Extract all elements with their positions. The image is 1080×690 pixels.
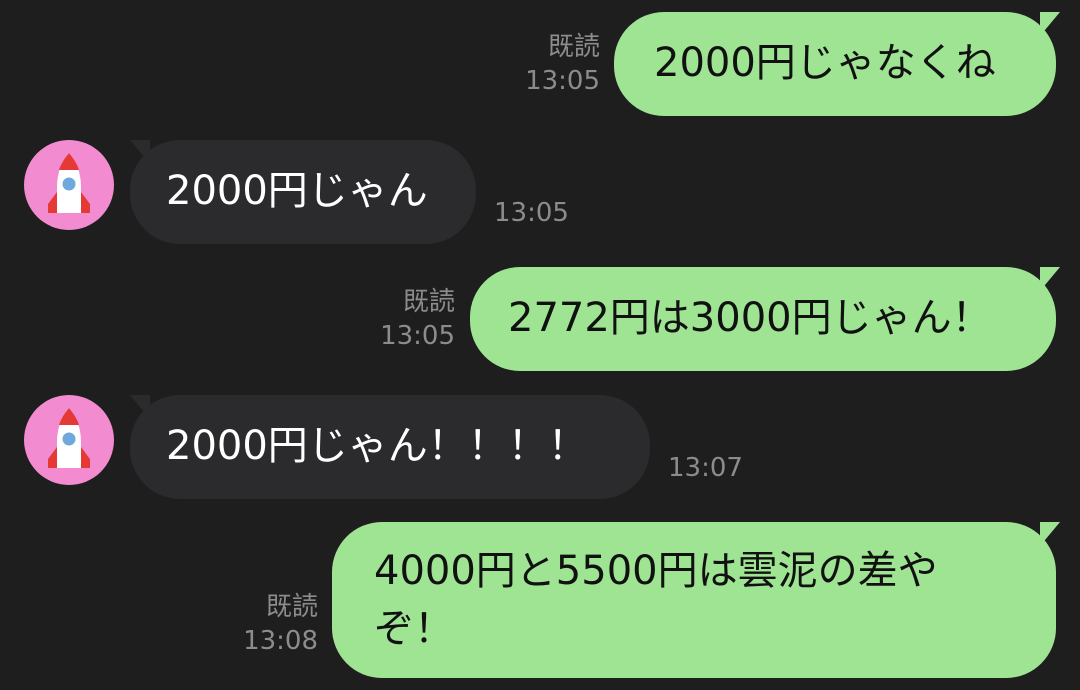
read-receipt: 既読	[265, 592, 318, 622]
message-row-incoming: 2000円じゃん！！！！ 13:07	[0, 395, 1080, 499]
message-text: 2000円じゃなくね	[654, 40, 996, 86]
message-bubble[interactable]: 2000円じゃなくね	[614, 12, 1056, 116]
timestamp: 13:08	[243, 626, 318, 656]
message-meta: 既読 13:05	[355, 285, 455, 353]
read-receipt: 既読	[402, 287, 455, 317]
message-bubble[interactable]: 2000円じゃん	[130, 140, 476, 244]
rocket-icon	[48, 408, 90, 468]
message-row-outgoing: 既読 13:05 2772円は3000円じゃん！	[0, 267, 1080, 371]
bubble-tail	[1040, 12, 1060, 36]
message-text: 2000円じゃん！！！！	[166, 423, 588, 469]
message-meta: 既読 13:08	[218, 590, 318, 658]
message-bubble[interactable]: 2772円は3000円じゃん！	[470, 267, 1056, 371]
message-text: 2772円は3000円じゃん！	[508, 295, 992, 341]
read-receipt: 既読	[547, 32, 600, 62]
message-bubble[interactable]: 4000円と5500円は雲泥の差や ぞ！	[332, 522, 1056, 678]
timestamp: 13:07	[668, 453, 743, 483]
bubble-tail	[1040, 522, 1060, 546]
bubble-tail	[1040, 267, 1060, 291]
message-bubble[interactable]: 2000円じゃん！！！！	[130, 395, 650, 499]
avatar[interactable]	[24, 140, 114, 230]
message-meta: 既読 13:05	[500, 30, 600, 98]
message-text-line: 4000円と5500円は雲泥の差や	[374, 548, 938, 594]
message-text: 2000円じゃん	[166, 168, 428, 214]
timestamp: 13:05	[525, 66, 600, 96]
timestamp: 13:05	[494, 198, 569, 228]
message-row-outgoing: 既読 13:05 2000円じゃなくね	[0, 12, 1080, 116]
message-row-incoming: 2000円じゃん 13:05	[0, 140, 1080, 244]
timestamp: 13:05	[380, 321, 455, 351]
message-row-outgoing: 既読 13:08 4000円と5500円は雲泥の差や ぞ！	[0, 522, 1080, 678]
rocket-icon	[48, 153, 90, 213]
message-text-line: ぞ！	[374, 606, 454, 652]
avatar[interactable]	[24, 395, 114, 485]
